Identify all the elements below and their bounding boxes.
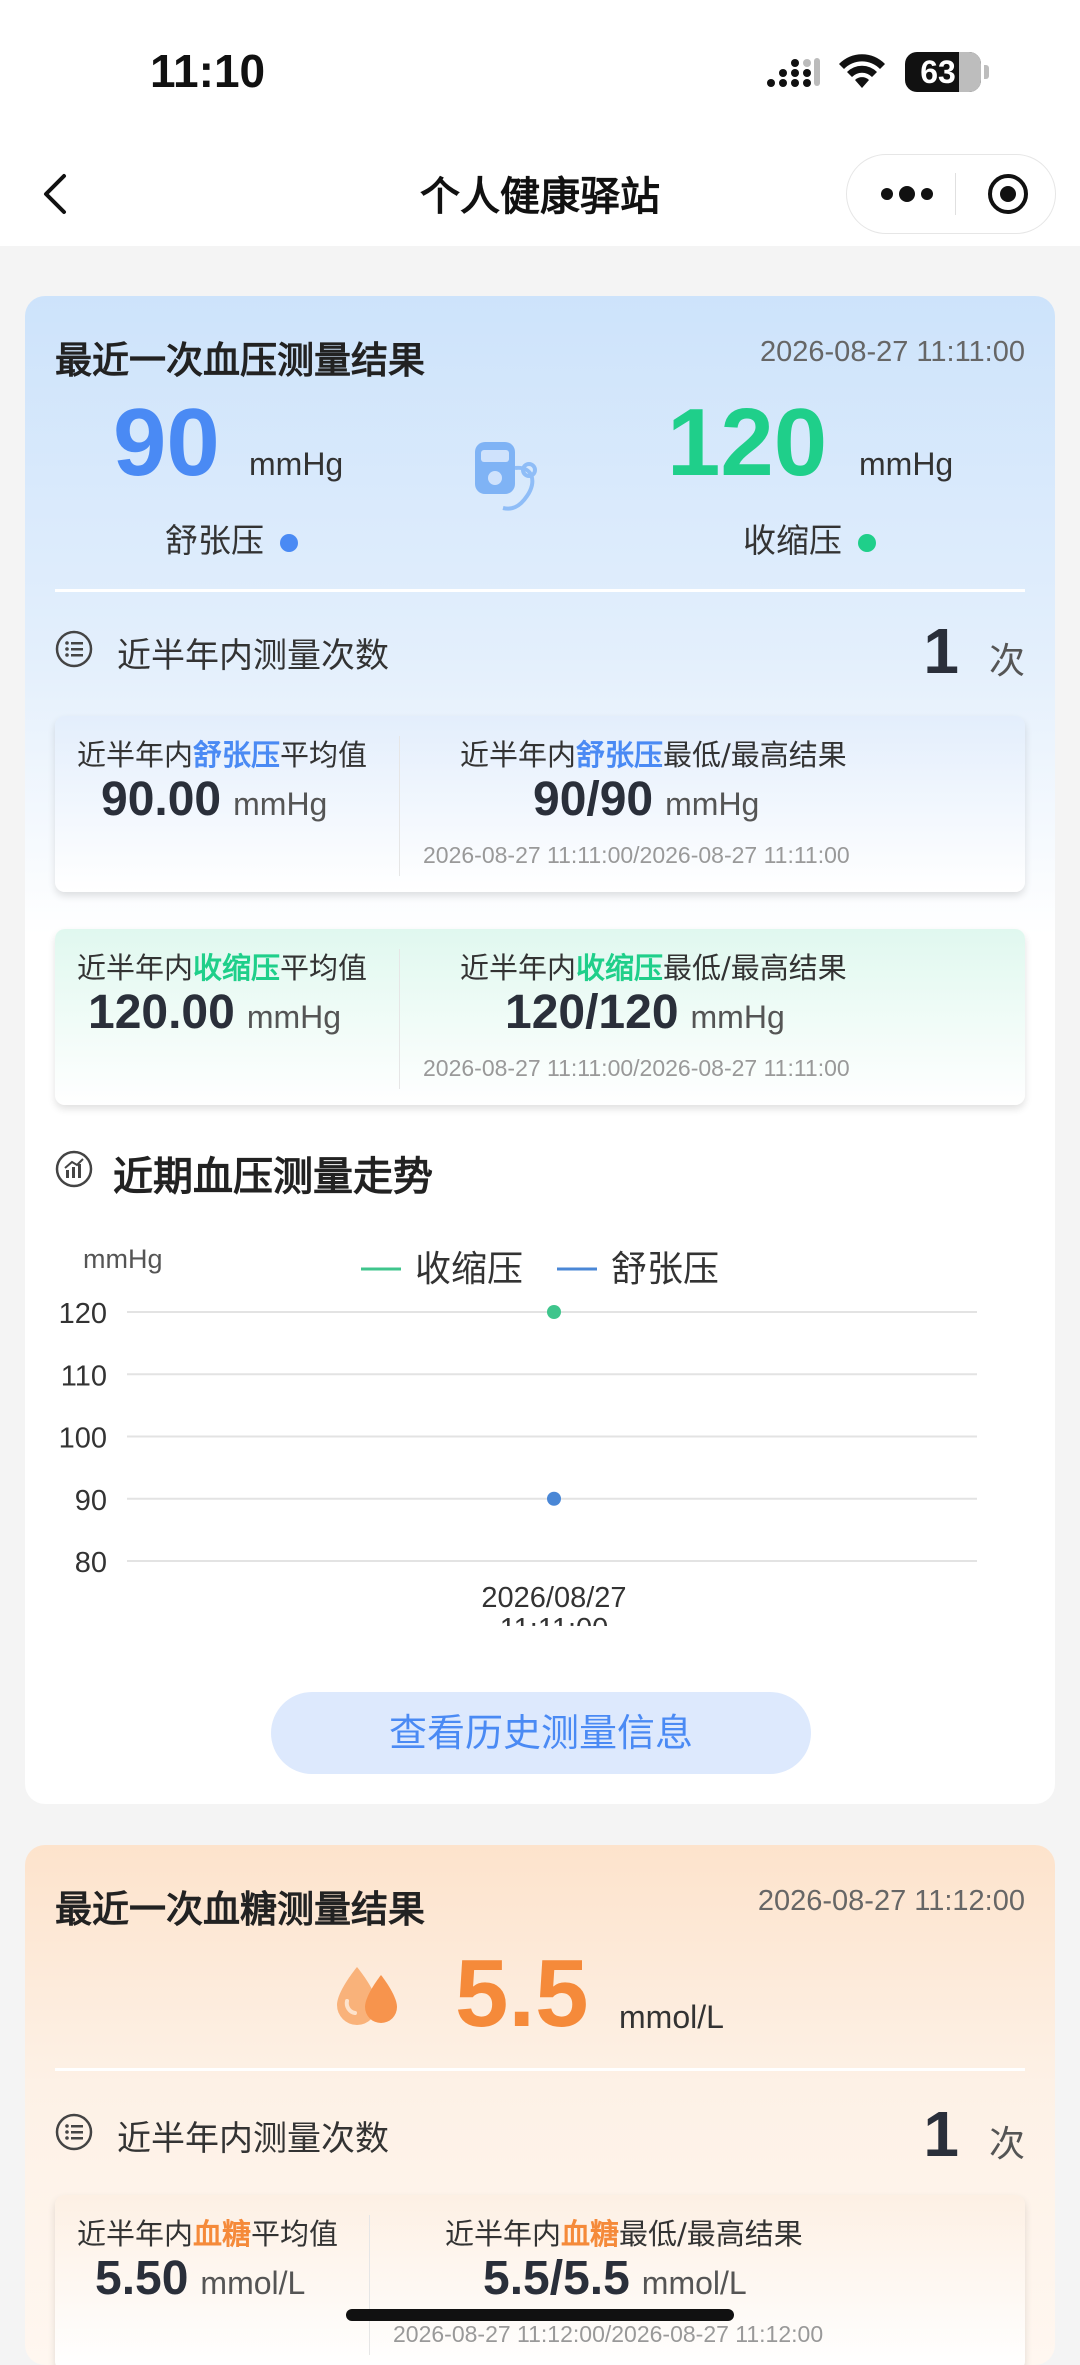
diastolic-unit: mmHg [249, 446, 344, 482]
systolic-unit: mmHg [859, 446, 954, 482]
data-point [547, 1305, 561, 1319]
nav-bar: 个人健康驿站 [0, 140, 1080, 246]
miniprogram-capsule [846, 154, 1056, 234]
bg-time: 2026-08-27 11:12:00 [757, 1885, 1025, 1917]
diastolic-range-label: 近半年内舒张压最低/最高结果 [460, 738, 847, 772]
list-icon [55, 2113, 93, 2151]
bp-count-unit: 次 [988, 641, 1025, 682]
bg-count-row: 近半年内测量次数 1 次 [55, 2098, 1025, 2170]
diastolic-range-dates: 2026-08-27 11:11:00/2026-08-27 11:11:00 [423, 842, 850, 868]
glucose-range-dates: 2026-08-27 11:12:00/2026-08-27 11:12:00 [393, 2321, 824, 2347]
bp-title: 最近一次血压测量结果 [55, 339, 425, 382]
trend-title: 近期血压测量走势 [55, 1144, 433, 1202]
bp-time: 2026-08-27 11:11:00 [760, 336, 1025, 368]
home-indicator [346, 2309, 734, 2321]
signal-icon [767, 58, 820, 87]
bp-divider [55, 589, 1025, 592]
y-tick-label: 80 [75, 1547, 107, 1579]
systolic-range-value: 120/120 mmHg [505, 986, 785, 1039]
y-tick-label: 110 [61, 1360, 107, 1392]
more-icon[interactable] [877, 179, 937, 209]
systolic-value: 120 [667, 389, 828, 496]
view-history-button[interactable]: 查看历史测量信息 [271, 1692, 811, 1774]
wifi-icon [839, 54, 885, 88]
stats-divider [399, 949, 400, 1089]
bg-count-label: 近半年内测量次数 [117, 2119, 389, 2159]
systolic-avg-label: 近半年内收缩压平均值 [77, 951, 368, 985]
battery-icon: 63 [905, 52, 989, 92]
diastolic-dot [280, 533, 298, 552]
systolic-range-dates: 2026-08-27 11:11:00/2026-08-27 11:11:00 [423, 1055, 850, 1081]
y-tick-label: 100 [59, 1423, 107, 1455]
stats-divider [369, 2215, 370, 2355]
y-axis-label: mmHg [83, 1244, 163, 1274]
capsule-divider [955, 173, 956, 215]
diastolic-range-value: 90/90 mmHg [533, 773, 760, 826]
blood-pressure-device-icon [475, 442, 537, 511]
y-tick-label: 90 [75, 1485, 107, 1517]
bg-divider [55, 2068, 1025, 2071]
x-tick-label: 2026/08/27 [481, 1582, 626, 1614]
blood-pressure-card: 最近一次血压测量结果 2026-08-27 11:11:00 90 mmHg 舒… [25, 296, 1055, 1804]
bp-count-label: 近半年内测量次数 [117, 636, 389, 676]
glucose-unit: mmol/L [619, 1999, 724, 2035]
diastolic-avg-label: 近半年内舒张压平均值 [77, 738, 368, 772]
glucose-value: 5.5 [455, 1940, 589, 2047]
systolic-stats-panel: 近半年内收缩压平均值 120.00 mmHg 近半年内收缩压最低/最高结果 120… [55, 929, 1025, 1105]
trend-chart-icon [55, 1150, 93, 1188]
diastolic-value: 90 [113, 389, 220, 496]
status-time: 11:10 [150, 45, 266, 97]
blood-glucose-card: 最近一次血糖测量结果 2026-08-27 11:12:00 5.5 mmol/… [25, 1845, 1055, 2365]
data-point [547, 1491, 561, 1506]
systolic-label: 收缩压 [743, 514, 876, 562]
bg-title: 最近一次血糖测量结果 [55, 1888, 425, 1931]
x-tick-label: 11:11:00 [500, 1613, 609, 1626]
bp-count-value: 1 [923, 615, 959, 687]
diastolic-stats-panel: 近半年内舒张压平均值 90.00 mmHg 近半年内舒张压最低/最高结果 90/9… [55, 716, 1025, 892]
glucose-avg-value: 5.50 mmol/L [95, 2252, 306, 2305]
list-icon [55, 630, 93, 668]
bp-trend-chart: mmHg 收缩压 舒张压 120 110 100 90 80 2026/08/2711:11:0… [59, 1244, 977, 1626]
glucose-stats-panel: 近半年内血糖平均值 5.50 mmol/L 近半年内血糖最低/最高结果 5.5/5… [55, 2195, 1025, 2365]
legend-label: 舒张压 [611, 1249, 719, 1290]
bg-count-value: 1 [923, 2098, 959, 2170]
systolic-dot [858, 533, 876, 552]
glucose-avg-label: 近半年内血糖平均值 [77, 2217, 339, 2251]
bp-count-row: 近半年内测量次数 1 次 [55, 615, 1025, 687]
battery-level: 63 [920, 54, 956, 90]
glucose-range-value: 5.5/5.5 mmol/L [483, 2252, 747, 2305]
systolic-avg-value: 120.00 mmHg [88, 986, 342, 1039]
glucose-range-label: 近半年内血糖最低/最高结果 [445, 2217, 803, 2251]
status-bar: 11:10 63 [0, 0, 1080, 140]
bg-count-unit: 次 [988, 2124, 1025, 2165]
systolic-range-label: 近半年内收缩压最低/最高结果 [460, 951, 847, 985]
diastolic-avg-value: 90.00 mmHg [101, 773, 328, 826]
legend-label: 收缩压 [415, 1249, 523, 1290]
target-icon[interactable] [987, 173, 1029, 215]
y-tick-label: 120 [59, 1298, 107, 1330]
blood-drop-icon [337, 1967, 397, 2025]
stats-divider [399, 736, 400, 876]
diastolic-label: 舒张压 [165, 514, 298, 562]
